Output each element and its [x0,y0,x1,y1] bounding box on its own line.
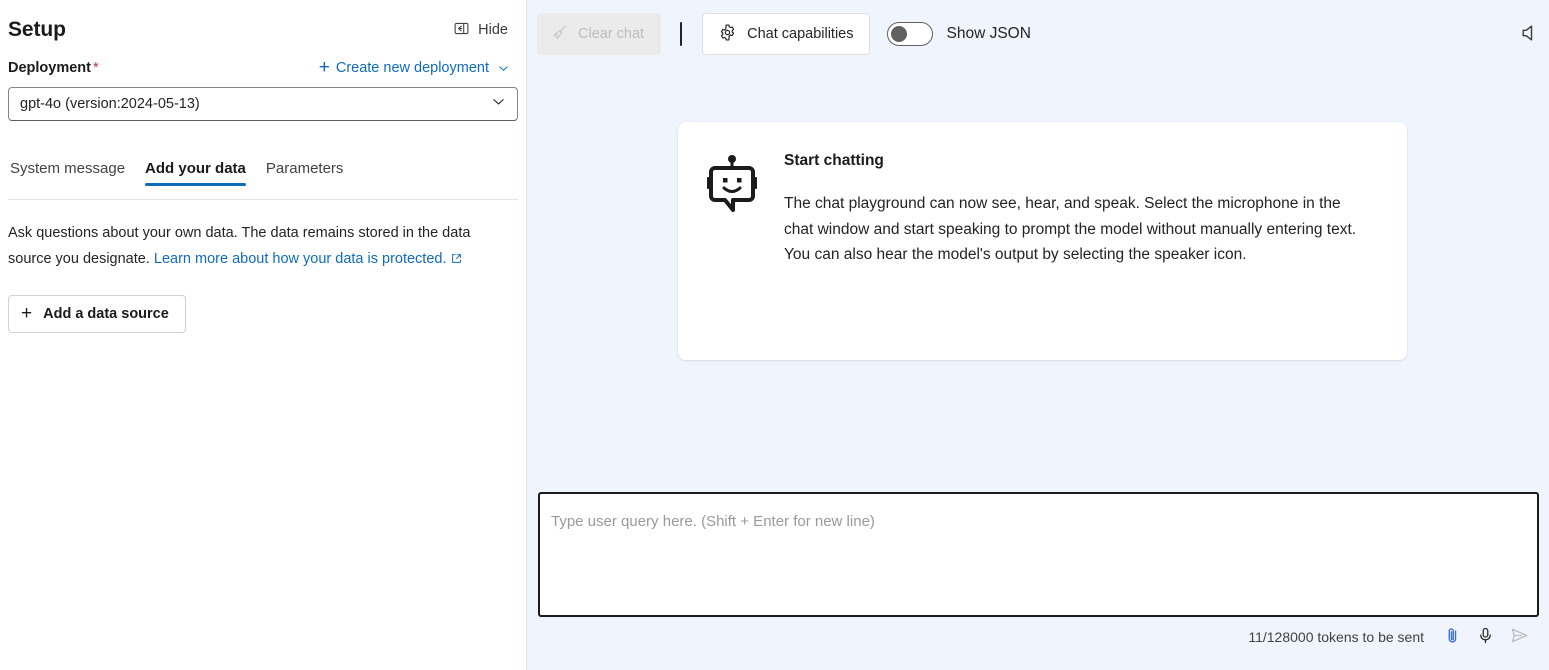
chevron-down-icon [497,62,510,75]
tab-system-message[interactable]: System message [8,156,135,188]
microphone-button[interactable] [1469,622,1502,652]
hide-panel-label: Hide [478,22,508,38]
plus-icon: + [318,57,330,78]
deployment-select-value: gpt-4o (version:2024-05-13) [20,96,200,112]
setup-tabs: System message Add your data Parameters [8,148,518,188]
start-chatting-body: The chat playground can now see, hear, a… [784,195,1357,263]
add-data-source-label: Add a data source [43,306,169,322]
deployment-row: Deployment * + Create new deployment [0,48,526,78]
setup-header: Setup Hide [0,0,526,48]
chat-toolbar: Clear chat Chat capabilities Show JSON [527,0,1549,68]
toolbar-separator [680,22,683,46]
chat-capabilities-label: Chat capabilities [747,26,854,42]
start-chatting-card: Start chatting The chat playground can n… [678,122,1407,360]
send-button[interactable] [1502,621,1537,653]
token-count: 11/128000 tokens to be sent [1248,629,1424,645]
hide-panel-button[interactable]: Hide [449,16,512,45]
add-your-data-body: Ask questions about your own data. The d… [0,200,526,333]
create-new-deployment-button[interactable]: + Create new deployment [317,58,512,78]
show-json-toggle-wrap: Show JSON [886,22,1031,46]
clear-chat-button[interactable]: Clear chat [537,13,662,55]
paperclip-icon [1443,626,1462,648]
chat-input[interactable] [538,492,1539,617]
chat-message-area: Start chatting The chat playground can n… [527,68,1549,492]
add-data-source-button[interactable]: + Add a data source [8,295,186,333]
deployment-label: Deployment * [8,60,99,76]
attach-file-button[interactable] [1436,622,1469,652]
chat-panel: Clear chat Chat capabilities Show JSON S… [527,0,1549,670]
start-chatting-title: Start chatting [784,152,884,169]
learn-more-link[interactable]: Learn more about how your data is protec… [154,251,447,267]
chat-playground: Setup Hide Deployment * + Create new dep… [0,0,1549,670]
bot-icon [704,151,760,360]
microphone-icon [1476,626,1495,648]
speaker-button[interactable] [1513,18,1543,51]
chat-capabilities-button[interactable]: Chat capabilities [702,13,870,55]
data-description: Ask questions about your own data. The d… [8,220,508,274]
create-new-deployment-label: Create new deployment [335,60,489,76]
show-json-toggle[interactable] [886,22,933,46]
deployment-label-text: Deployment [8,60,91,76]
chat-input-area: 11/128000 tokens to be sent [527,492,1549,670]
deployment-select[interactable]: gpt-4o (version:2024-05-13) [8,87,518,121]
tab-parameters[interactable]: Parameters [256,156,354,188]
show-json-label: Show JSON [946,25,1031,42]
start-chatting-text: Start chatting The chat playground can n… [784,151,1372,360]
external-link-icon [450,248,463,274]
page-title: Setup [8,18,66,41]
clear-chat-label: Clear chat [578,26,645,42]
send-icon [1509,625,1530,649]
required-asterisk: * [93,60,99,76]
speaker-icon [1517,22,1539,47]
chat-input-footer: 11/128000 tokens to be sent [538,617,1539,657]
setup-panel: Setup Hide Deployment * + Create new dep… [0,0,527,670]
tab-add-your-data[interactable]: Add your data [135,156,256,188]
toggle-knob [890,26,907,42]
broom-icon [550,23,569,46]
panel-collapse-icon [453,20,470,41]
chevron-down-icon [491,94,506,114]
plus-icon: + [21,303,33,324]
gear-icon [718,23,737,46]
